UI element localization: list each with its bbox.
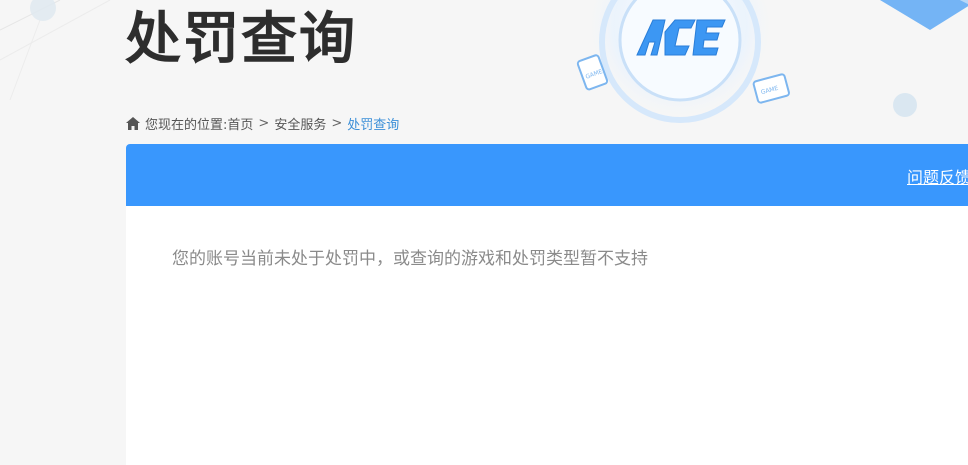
panel-header: 问题反馈 bbox=[126, 144, 968, 206]
breadcrumb-prefix: 您现在的位置: bbox=[145, 117, 228, 133]
result-panel: 问题反馈 您的账号当前未处于处罚中，或查询的游戏和处罚类型暂不支持 bbox=[126, 144, 968, 465]
breadcrumb-separator: > bbox=[331, 115, 343, 131]
page-title: 处罚查询 bbox=[125, 7, 357, 72]
background-diamond bbox=[880, 0, 968, 30]
page: GAME GAME 处罚查询 您现在的位置: 首页 > 安全服务 > 处罚查询 … bbox=[0, 0, 968, 465]
background-dot bbox=[893, 93, 917, 117]
breadcrumb: 您现在的位置: 首页 > 安全服务 > 处罚查询 bbox=[126, 113, 399, 133]
breadcrumb-separator: > bbox=[258, 115, 270, 131]
breadcrumb-current: 处罚查询 bbox=[347, 117, 400, 133]
breadcrumb-security-link[interactable]: 安全服务 bbox=[274, 114, 326, 133]
ace-logo: GAME GAME bbox=[576, 0, 790, 140]
feedback-link[interactable]: 问题反馈 bbox=[907, 164, 968, 188]
result-message: 您的账号当前未处于处罚中，或查询的游戏和处罚类型暂不支持 bbox=[172, 249, 648, 269]
breadcrumb-home-link[interactable]: 首页 bbox=[227, 114, 253, 133]
background-decoration bbox=[0, 0, 111, 101]
home-icon bbox=[126, 116, 140, 130]
